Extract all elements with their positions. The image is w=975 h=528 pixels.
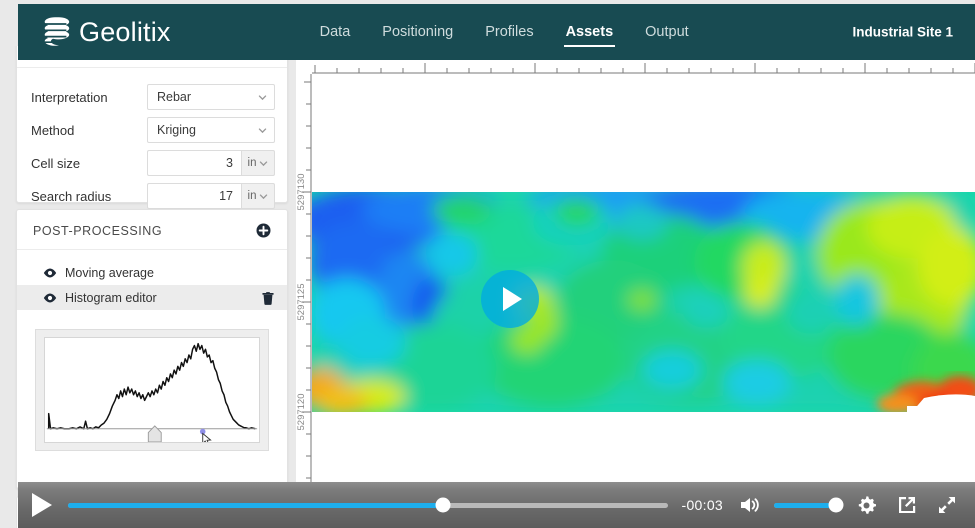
volume-fill <box>774 502 836 508</box>
y-tick-label: 5297120 <box>296 394 307 431</box>
nav-item-profiles[interactable]: Profiles <box>483 20 535 45</box>
settings-button[interactable] <box>856 495 877 516</box>
search-radius-unit-label: in <box>247 190 257 202</box>
post-processing-item-histogram-editor[interactable]: Histogram editor <box>17 285 287 310</box>
post-processing-item-label: Moving average <box>65 265 154 280</box>
nav-item-positioning[interactable]: Positioning <box>380 20 455 45</box>
fullscreen-button[interactable] <box>937 495 957 515</box>
parameter-row-cell-size: Cell size 3 in <box>31 150 275 176</box>
video-progress-knob[interactable] <box>435 497 451 513</box>
play-icon <box>32 493 52 517</box>
gear-icon <box>858 495 876 514</box>
expand-arrows-icon <box>939 497 955 513</box>
video-progress-slider[interactable] <box>68 497 668 513</box>
method-select[interactable]: Kriging <box>147 117 275 143</box>
left-sidebar: PARAMETERS Interpretation Rebar Method <box>10 46 294 528</box>
eye-icon[interactable] <box>43 291 57 305</box>
survey-canvas[interactable] <box>312 74 975 528</box>
video-play-overlay-button[interactable] <box>481 270 539 328</box>
brand-name: Geolitix <box>79 16 171 47</box>
histogram-editor[interactable] <box>35 329 269 451</box>
chevron-down-icon <box>258 94 267 100</box>
chevron-down-icon <box>258 127 267 133</box>
parameters-body: Interpretation Rebar Method Kriging Cell… <box>17 68 287 228</box>
video-progress-fill <box>68 502 443 508</box>
search-radius-input[interactable]: 17 <box>147 183 241 209</box>
trash-icon[interactable] <box>262 291 274 305</box>
nav-item-assets[interactable]: Assets <box>563 20 616 47</box>
interpretation-value: Rebar <box>157 90 192 104</box>
y-tick-label: 5297125 <box>296 284 307 321</box>
post-processing-title: POST-PROCESSING <box>33 223 163 238</box>
volume-knob[interactable] <box>828 497 844 513</box>
parameter-row-method: Method Kriging <box>31 117 275 143</box>
top-navigation-bar: Geolitix Data Positioning Profiles Asset… <box>18 4 975 60</box>
geophysical-heatmap <box>312 192 975 412</box>
post-processing-item-label: Histogram editor <box>65 290 157 305</box>
primary-nav: Data Positioning Profiles Assets Output <box>318 20 691 47</box>
volume-button[interactable] <box>739 495 764 515</box>
interpretation-label: Interpretation <box>31 89 108 105</box>
video-control-bar: -00:03 <box>18 482 975 528</box>
parameters-panel: PARAMETERS Interpretation Rebar Method <box>16 46 288 209</box>
nav-item-data[interactable]: Data <box>318 20 353 45</box>
cell-size-input[interactable]: 3 <box>147 150 241 176</box>
post-processing-item-moving-average[interactable]: Moving average <box>17 260 287 285</box>
video-play-button[interactable] <box>32 493 52 517</box>
site-name[interactable]: Industrial Site 1 <box>852 25 953 40</box>
app-root: Geolitix Data Positioning Profiles Asset… <box>0 0 975 528</box>
eye-icon[interactable] <box>43 266 57 280</box>
search-radius-unit-select[interactable]: in <box>241 183 275 209</box>
play-triangle-icon <box>503 287 522 311</box>
cell-size-unit-select[interactable]: in <box>241 150 275 176</box>
volume-high-icon <box>741 498 759 512</box>
open-external-icon <box>899 497 916 513</box>
histogram-curve <box>44 337 260 446</box>
parameter-row-interpretation: Interpretation Rebar <box>31 84 275 110</box>
cell-size-label: Cell size <box>31 155 81 171</box>
cell-size-unit-label: in <box>247 157 257 169</box>
picture-in-picture-button[interactable] <box>897 495 917 515</box>
mouse-cursor-icon <box>199 428 212 446</box>
post-processing-header: POST-PROCESSING <box>17 210 287 250</box>
plus-circle-icon <box>256 223 271 238</box>
search-radius-label: Search radius <box>31 188 112 204</box>
post-processing-list: Moving average Histogram editor <box>17 250 287 318</box>
post-processing-panel: POST-PROCESSING Moving average Histogram… <box>16 209 288 489</box>
video-time-remaining: -00:03 <box>681 497 723 513</box>
map-area: 554205 554210 554215 554220 554225 55423… <box>296 46 975 528</box>
add-post-processing-button[interactable] <box>256 223 271 238</box>
globe-stripes-icon <box>43 17 70 46</box>
method-value: Kriging <box>157 123 196 137</box>
nav-item-output[interactable]: Output <box>643 20 691 45</box>
volume-slider[interactable] <box>774 497 844 513</box>
interpretation-select[interactable]: Rebar <box>147 84 275 110</box>
brand: Geolitix <box>40 16 171 48</box>
method-label: Method <box>31 122 75 138</box>
chevron-down-icon <box>260 160 268 166</box>
y-tick-label: 5297130 <box>296 174 307 211</box>
parameter-row-search-radius: Search radius 17 in <box>31 183 275 209</box>
chevron-down-icon <box>260 193 268 199</box>
vertical-ruler: 5297130 5297125 5297120 5297115 <box>296 74 312 528</box>
